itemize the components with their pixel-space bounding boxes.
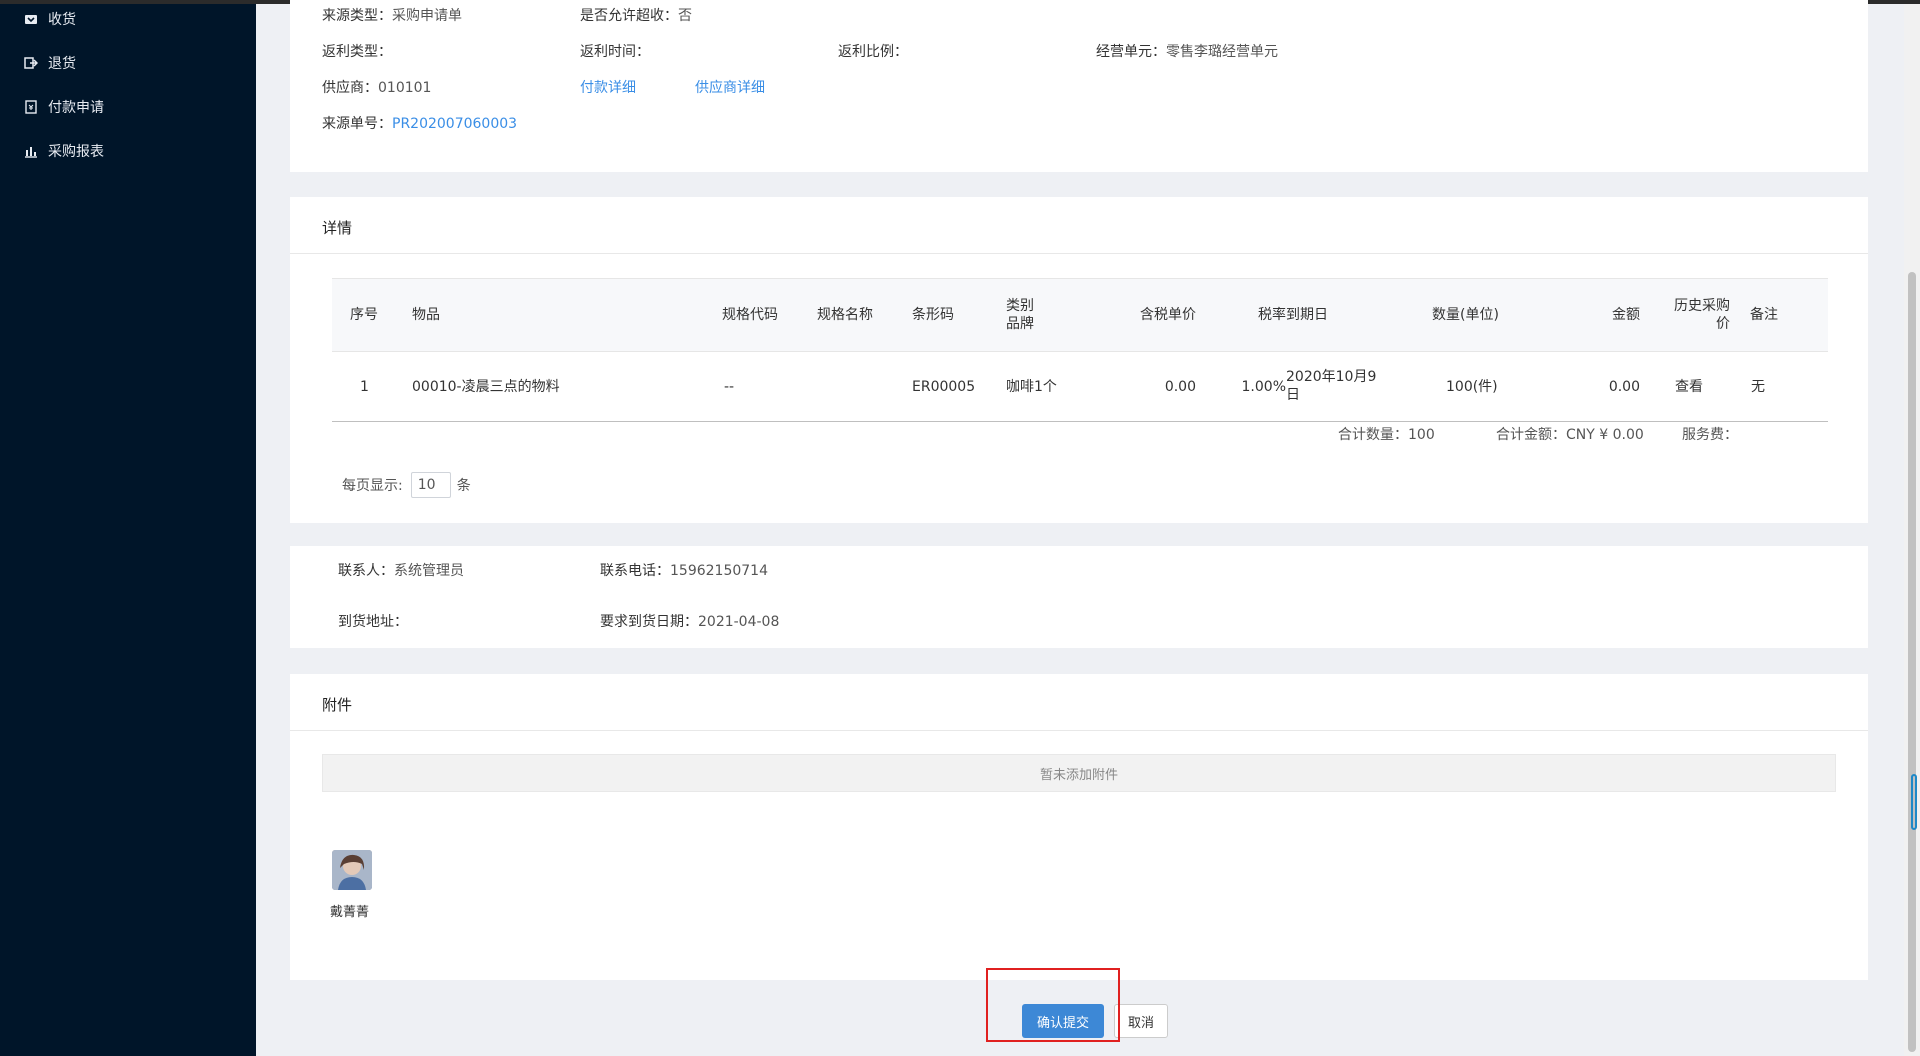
cell-spec-code: --: [724, 379, 735, 395]
field-label: 联系电话：: [600, 563, 670, 579]
field-label: 来源单号：: [322, 116, 392, 132]
sidebar-item-payment-request[interactable]: 付款申请: [24, 92, 104, 122]
cell-index: 1: [360, 379, 369, 395]
rebate-ratio: 返利比例：: [838, 41, 908, 61]
cell-amount: 0.00: [1608, 379, 1640, 395]
cell-remark: 无: [1751, 379, 1765, 395]
uploader-name: 戴菁菁: [330, 905, 370, 920]
cell-quantity: 100(件): [1446, 379, 1498, 395]
col-spec-code: 规格代码: [722, 307, 778, 323]
attachment-empty-state: 暂未添加附件: [322, 754, 1836, 792]
sidebar-item-purchase-report[interactable]: 采购报表: [24, 136, 104, 166]
cancel-button[interactable]: 取消: [1114, 1004, 1168, 1038]
order-info-card: 来源类型：采购申请单 是否允许超收：否 返利类型： 返利时间： 返利比例： 经营…: [290, 0, 1868, 172]
field-label: 经营单元：: [1096, 44, 1166, 60]
bar-chart-icon: [24, 144, 38, 158]
field-label: 返利比例：: [838, 44, 908, 60]
field-value: 否: [678, 8, 692, 24]
supplier: 供应商：010101: [322, 77, 431, 97]
field-label: 要求到货日期：: [600, 614, 698, 630]
history-price-view-link[interactable]: 查看: [1675, 378, 1703, 396]
field-value: 零售李璐经营单元: [1166, 44, 1278, 60]
details-title: 详情: [322, 219, 353, 237]
sidebar-item-return[interactable]: 退货: [24, 48, 76, 78]
highlight-box: [986, 968, 1120, 1042]
col-category-brand: 类别 品牌: [1006, 298, 1034, 332]
page-size-control: 每页显示: 10 条: [342, 472, 471, 498]
required-delivery-date: 要求到货日期：2021-04-08: [600, 611, 779, 631]
vertical-scrollbar[interactable]: [1904, 4, 1920, 1056]
field-value: 系统管理员: [394, 563, 464, 579]
col-tax-rate: 税率: [1258, 307, 1286, 323]
contact-person: 联系人：系统管理员: [338, 560, 464, 580]
col-index: 序号: [350, 307, 378, 323]
sidebar-item-receive[interactable]: 收货: [24, 4, 76, 34]
field-label: 来源类型：: [322, 8, 392, 24]
cell-item: 00010-凌晨三点的物料: [412, 379, 560, 395]
attachment-title: 附件: [322, 696, 353, 714]
sidebar-item-label: 退货: [48, 56, 76, 72]
over-receive: 是否允许超收：否: [580, 5, 692, 25]
cell-unit-price: 0.00: [1164, 379, 1196, 395]
col-unit-price: 含税单价: [1140, 307, 1196, 323]
field-value: 15962150714: [670, 563, 768, 579]
cell-barcode: ER00005: [912, 379, 976, 395]
delivery-address: 到货地址：: [338, 611, 408, 631]
inbox-icon: [24, 12, 38, 26]
field-value: 010101: [378, 80, 432, 96]
return-icon: [24, 56, 38, 70]
field-label: 返利时间：: [580, 44, 650, 60]
table-header: 序号 物品 规格代码 规格名称 条形码 类别 品牌 含税单价 税率 到期日 数量…: [332, 278, 1828, 352]
cell-due-date: 2020年10月9 日: [1286, 369, 1377, 403]
business-unit: 经营单元：零售李璐经营单元: [1096, 41, 1278, 61]
sidebar-item-label: 收货: [48, 12, 76, 28]
cell-tax-rate: 1.00%: [1241, 379, 1286, 395]
col-spec-name: 规格名称: [817, 307, 873, 323]
col-remark: 备注: [1750, 307, 1778, 323]
contact-card: 联系人：系统管理员 联系电话：15962150714 到货地址： 要求到货日期：…: [290, 546, 1868, 648]
source-number-link[interactable]: PR202007060003: [392, 116, 517, 132]
col-quantity: 数量(单位): [1432, 307, 1499, 323]
scroll-position-marker: [1911, 774, 1917, 830]
source-type: 来源类型：采购申请单: [322, 5, 462, 25]
field-label: 是否允许超收：: [580, 8, 678, 24]
field-value: 2021-04-08: [698, 614, 780, 630]
col-history-price: 历史采购 价: [1674, 298, 1730, 332]
col-due-date: 到期日: [1286, 307, 1328, 323]
cell-category: 咖啡1个: [1006, 379, 1057, 395]
rebate-type: 返利类型：: [322, 41, 392, 61]
field-label: 供应商：: [322, 80, 378, 96]
page-size-unit: 条: [456, 478, 471, 494]
contact-phone: 联系电话：15962150714: [600, 560, 768, 580]
field-label: 联系人：: [338, 563, 394, 579]
sidebar-item-label: 付款申请: [48, 100, 104, 116]
col-amount: 金额: [1612, 307, 1640, 323]
divider: [290, 730, 1868, 731]
payment-request-icon: [24, 100, 38, 114]
field-label: 到货地址：: [338, 614, 408, 630]
payment-detail-link[interactable]: 付款详细: [580, 77, 636, 97]
field-value: 采购申请单: [392, 8, 462, 24]
scrollbar-thumb[interactable]: [1908, 272, 1916, 1052]
supplier-detail-link[interactable]: 供应商详细: [695, 77, 765, 97]
details-card: 详情 序号 物品 规格代码 规格名称 条形码 类别 品牌 含税单价 税率 到期日…: [290, 197, 1868, 523]
avatar: [332, 850, 372, 890]
col-barcode: 条形码: [912, 307, 954, 323]
main-content: 来源类型：采购申请单 是否允许超收：否 返利类型： 返利时间： 返利比例： 经营…: [256, 0, 1920, 1056]
total-quantity: 合计数量：100: [1338, 427, 1435, 443]
divider: [290, 253, 1868, 254]
sidebar: 收货 退货 付款申请 采购报表: [0, 4, 256, 1056]
attachment-card: 附件 暂未添加附件 戴菁菁: [290, 674, 1868, 980]
col-item: 物品: [412, 307, 440, 323]
table-row: 1 00010-凌晨三点的物料 -- ER00005 咖啡1个 0.00 1.0…: [332, 352, 1828, 422]
sidebar-item-label: 采购报表: [48, 144, 104, 160]
service-fee: 服务费：: [1682, 427, 1738, 443]
page-size-label: 每页显示:: [342, 478, 403, 494]
source-number: 来源单号：PR202007060003: [322, 113, 517, 133]
rebate-time: 返利时间：: [580, 41, 650, 61]
page-size-input[interactable]: 10: [410, 472, 451, 498]
field-label: 返利类型：: [322, 44, 392, 60]
total-amount: 合计金额：CNY ¥ 0.00: [1496, 427, 1644, 443]
